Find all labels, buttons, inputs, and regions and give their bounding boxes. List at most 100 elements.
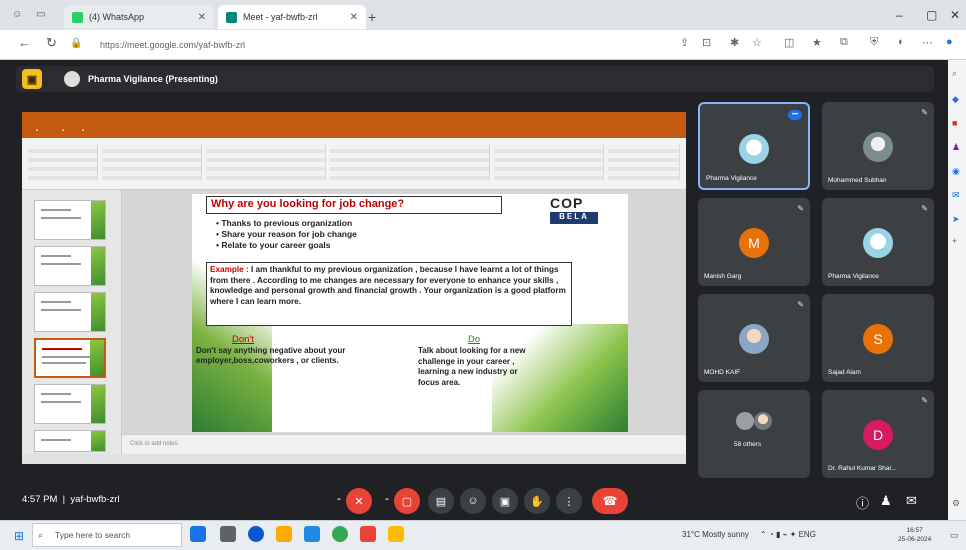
slide-thumbnail[interactable]	[34, 200, 106, 240]
profile-sync-icon[interactable]: ◐	[898, 36, 905, 48]
clock-date: 25-06-2024	[898, 536, 932, 543]
ribbon-group	[330, 144, 490, 180]
collections-icon[interactable]: ⧉	[840, 36, 848, 49]
slide-thumbnail[interactable]	[34, 384, 106, 424]
taskbar-search-box[interactable]: Type here to search	[32, 523, 182, 547]
task-view-icon[interactable]	[190, 526, 206, 542]
bullet-text: Relate to your career goals	[221, 240, 331, 250]
search-icon: ⌕	[38, 530, 44, 540]
new-tab-icon[interactable]: +	[368, 9, 376, 25]
slide-thumbnail[interactable]	[34, 430, 106, 452]
people-icon[interactable]: ♟	[880, 493, 892, 509]
maximize-icon[interactable]: ▢	[926, 8, 937, 22]
participant-name: 58 others	[734, 441, 762, 448]
split-screen-icon[interactable]: ◫	[784, 36, 794, 49]
participant-tile[interactable]: S Sajad Alam	[822, 294, 934, 382]
back-icon[interactable]: ←	[18, 35, 31, 50]
store-icon[interactable]	[304, 526, 320, 542]
present-now-button[interactable]: ▣	[492, 488, 518, 514]
extensions-icon[interactable]: ✱	[730, 36, 739, 49]
games-icon[interactable]: ♟	[952, 142, 960, 153]
participant-tile[interactable]: ✎ Mohammed Subhan	[822, 102, 934, 190]
windows-start-icon[interactable]: ⊞	[14, 529, 24, 543]
outlook-icon[interactable]: ✉	[952, 190, 960, 201]
minimize-icon[interactable]: –	[896, 8, 903, 22]
cast-icon[interactable]: ⊡	[702, 36, 711, 49]
app-icon[interactable]	[360, 526, 376, 542]
whatsapp-icon	[72, 11, 83, 23]
participant-tile[interactable]: ••• Pharma Vigilance	[698, 102, 810, 190]
close-window-icon[interactable]: ✕	[950, 8, 960, 22]
microphone-off-button[interactable]: ✕	[346, 488, 372, 514]
slide-thumbnail-selected[interactable]	[34, 338, 106, 378]
tab-label: Meet - yaf-bwfb-zrl	[243, 12, 318, 22]
favorites-icon[interactable]: ★	[812, 36, 822, 49]
url-bar[interactable]: https://meet.google.com/yaf-bwfb-zrl	[90, 35, 670, 55]
office-icon[interactable]: ◉	[952, 166, 960, 177]
chat-icon[interactable]: ✉	[906, 493, 917, 509]
more-options-button[interactable]: ⋮	[556, 488, 582, 514]
bullet-item: • Relate to your career goals	[216, 240, 331, 250]
shield-icon[interactable]: ⛨	[870, 36, 878, 49]
search-icon[interactable]: ⌕	[952, 68, 957, 79]
leave-call-button[interactable]: ☎	[592, 488, 628, 514]
translate-icon[interactable]: ⇪	[680, 36, 689, 49]
camera-off-button[interactable]: ▢	[394, 488, 420, 514]
tab-actions-icon[interactable]: ▭	[36, 9, 45, 20]
participant-tile[interactable]: ✎ Pharma Vigilance	[822, 198, 934, 286]
ribbon-group	[102, 144, 202, 180]
slide-thumbnail[interactable]	[34, 246, 106, 286]
meeting-info-icon[interactable]: ⓘ	[856, 493, 869, 512]
file-explorer-icon[interactable]	[276, 526, 292, 542]
toolbox-icon[interactable]: ■	[952, 118, 957, 128]
avatar	[754, 412, 772, 430]
dont-text: Don't say anything negative about your e…	[196, 346, 346, 365]
raise-hand-button[interactable]: ✋	[524, 488, 550, 514]
widgets-icon[interactable]	[220, 526, 236, 542]
slide-thumbnail[interactable]	[34, 292, 106, 332]
captions-button[interactable]: ▤	[428, 488, 454, 514]
avatar: M	[739, 228, 769, 258]
app-icon[interactable]	[388, 526, 404, 542]
participant-tile[interactable]: ✎ M Manish Garg	[698, 198, 810, 286]
reactions-button[interactable]: ☺	[460, 488, 486, 514]
taskbar-clock[interactable]: 16:57 25-06-2024	[898, 526, 931, 544]
avatar	[64, 71, 80, 87]
more-menu-icon[interactable]: ⋯	[922, 36, 933, 49]
participant-name: Mohammed Subhan	[828, 177, 887, 184]
notes-pane[interactable]: Click to add notes	[122, 434, 686, 454]
tag-icon[interactable]: ◆	[952, 94, 959, 105]
close-icon[interactable]: ✕	[350, 12, 358, 23]
speaking-indicator-icon: •••	[788, 110, 802, 120]
settings-gear-icon[interactable]: ⚙	[952, 498, 960, 509]
tab-whatsapp[interactable]: (4) WhatsApp ✕	[64, 5, 214, 29]
participant-name: MOHD KAIF	[704, 369, 741, 376]
weather-widget[interactable]: 31°C Mostly sunny	[682, 530, 749, 539]
avatar: D	[863, 420, 893, 450]
tab-meet[interactable]: Meet - yaf-bwfb-zrl ✕	[218, 5, 366, 29]
search-placeholder: Type here to search	[55, 530, 131, 540]
bullet-item: • Share your reason for job change	[216, 229, 357, 239]
camera-options-chevron-icon[interactable]: ⌃	[380, 488, 394, 514]
meeting-time: 4:57 PM	[22, 494, 58, 505]
participant-tile[interactable]: ✎ MOHD KAIF	[698, 294, 810, 382]
mic-muted-icon: ✎	[797, 300, 804, 309]
bookmark-star-icon[interactable]: ☆	[752, 36, 762, 49]
close-icon[interactable]: ✕	[198, 12, 206, 23]
meet-icon	[226, 11, 237, 23]
add-sidebar-icon[interactable]: +	[952, 236, 957, 246]
ppt-status-bar	[22, 454, 686, 464]
avatar-initial: S	[873, 331, 883, 347]
reload-icon[interactable]: ↻	[46, 35, 57, 51]
profile-icon[interactable]: ☺	[12, 9, 22, 20]
mic-options-chevron-icon[interactable]: ⌃	[332, 488, 346, 514]
system-tray[interactable]: ⌃ ◔ ▮ ⌁ ✦ ENG	[760, 530, 816, 539]
chrome-icon[interactable]	[332, 526, 348, 542]
copilot-icon[interactable]: ●	[946, 36, 953, 48]
participant-tile-others[interactable]: 58 others	[698, 390, 810, 478]
participant-tile[interactable]: ✎ D Dr. Rahul Kumar Shar...	[822, 390, 934, 478]
notification-icon[interactable]: ▭	[950, 530, 959, 541]
edge-icon[interactable]	[248, 526, 264, 542]
ppt-tab: ▪	[36, 128, 39, 134]
telegram-icon[interactable]: ➤	[952, 214, 960, 225]
